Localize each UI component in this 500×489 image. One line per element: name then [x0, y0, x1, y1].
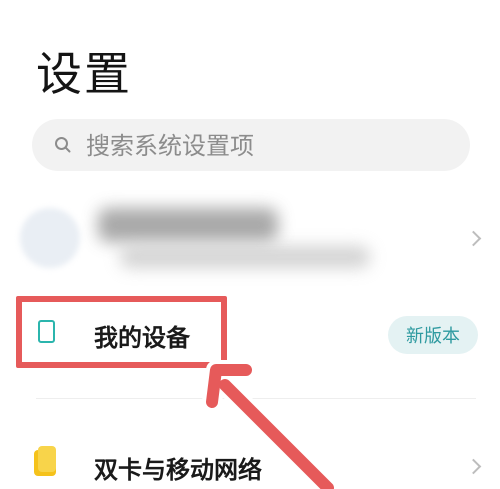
- red-arrow-annotation: [202, 360, 338, 489]
